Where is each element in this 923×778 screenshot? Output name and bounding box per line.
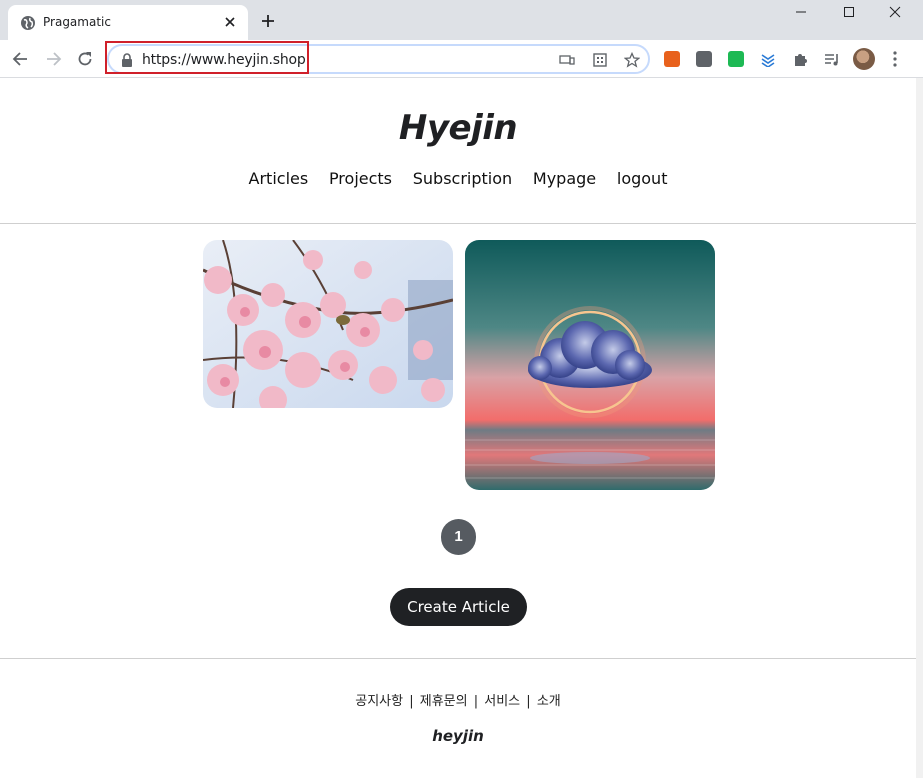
profile-avatar[interactable] xyxy=(853,48,875,70)
article-card-cloud-ring[interactable] xyxy=(465,240,715,490)
bookmark-star-icon[interactable] xyxy=(624,52,640,68)
minimize-icon[interactable] xyxy=(793,4,809,20)
site-nav: Articles Projects Subscription Mypage lo… xyxy=(0,169,916,189)
footer-separator: | xyxy=(473,694,479,709)
media-playlist-icon[interactable] xyxy=(824,51,840,67)
browser-menu-icon[interactable] xyxy=(893,51,897,67)
scrollbar-track[interactable] xyxy=(916,78,923,778)
nav-logout[interactable]: logout xyxy=(617,169,668,188)
footer-logo: heyjin xyxy=(432,727,484,745)
create-article-button[interactable]: Create Article xyxy=(390,588,527,626)
extension-info-icon[interactable] xyxy=(696,51,712,67)
forward-arrow-icon[interactable] xyxy=(43,49,63,69)
footer-divider xyxy=(0,658,916,659)
tab-title: Pragamatic xyxy=(43,15,111,29)
pagination-page-button[interactable]: 1 xyxy=(441,519,476,555)
browser-titlebar: Pragamatic xyxy=(0,0,923,40)
cast-device-icon[interactable] xyxy=(559,52,575,68)
extension-screen-icon[interactable] xyxy=(728,51,744,67)
close-tab-icon[interactable] xyxy=(222,14,238,30)
puzzle-extensions-icon[interactable] xyxy=(792,51,808,67)
nav-mypage[interactable]: Mypage xyxy=(533,169,596,188)
url-highlight-box xyxy=(105,41,309,74)
qr-code-icon[interactable] xyxy=(592,52,608,68)
footer-separator: | xyxy=(409,694,414,709)
nav-projects[interactable]: Projects xyxy=(329,169,392,188)
extension-layers-icon[interactable] xyxy=(760,51,776,67)
footer-link-service[interactable]: 서비스 xyxy=(484,694,520,709)
maximize-icon[interactable] xyxy=(841,4,857,20)
back-arrow-icon[interactable] xyxy=(11,49,31,69)
footer-links: 공지사항 | 제휴문의 | 서비스 | 소개 xyxy=(0,690,916,709)
footer-link-partnership[interactable]: 제휴문의 xyxy=(420,694,468,709)
nav-subscription[interactable]: Subscription xyxy=(413,169,512,188)
header-divider xyxy=(0,223,916,224)
new-tab-icon[interactable] xyxy=(260,13,276,29)
site-logo[interactable]: Hyejin xyxy=(0,108,916,148)
extension-ex-icon[interactable] xyxy=(664,51,680,67)
cherry-blossom-image xyxy=(203,240,453,408)
footer-link-notice[interactable]: 공지사항 xyxy=(355,694,403,709)
footer-link-about[interactable]: 소개 xyxy=(537,694,561,709)
globe-icon xyxy=(21,16,35,30)
nav-articles[interactable]: Articles xyxy=(249,169,309,188)
browser-tab[interactable]: Pragamatic xyxy=(8,5,248,40)
close-window-icon[interactable] xyxy=(887,4,903,20)
reload-icon[interactable] xyxy=(75,49,95,69)
footer-separator: | xyxy=(526,694,531,709)
cloud-ring-image xyxy=(465,240,715,490)
article-card-cherry-blossom[interactable] xyxy=(203,240,453,408)
